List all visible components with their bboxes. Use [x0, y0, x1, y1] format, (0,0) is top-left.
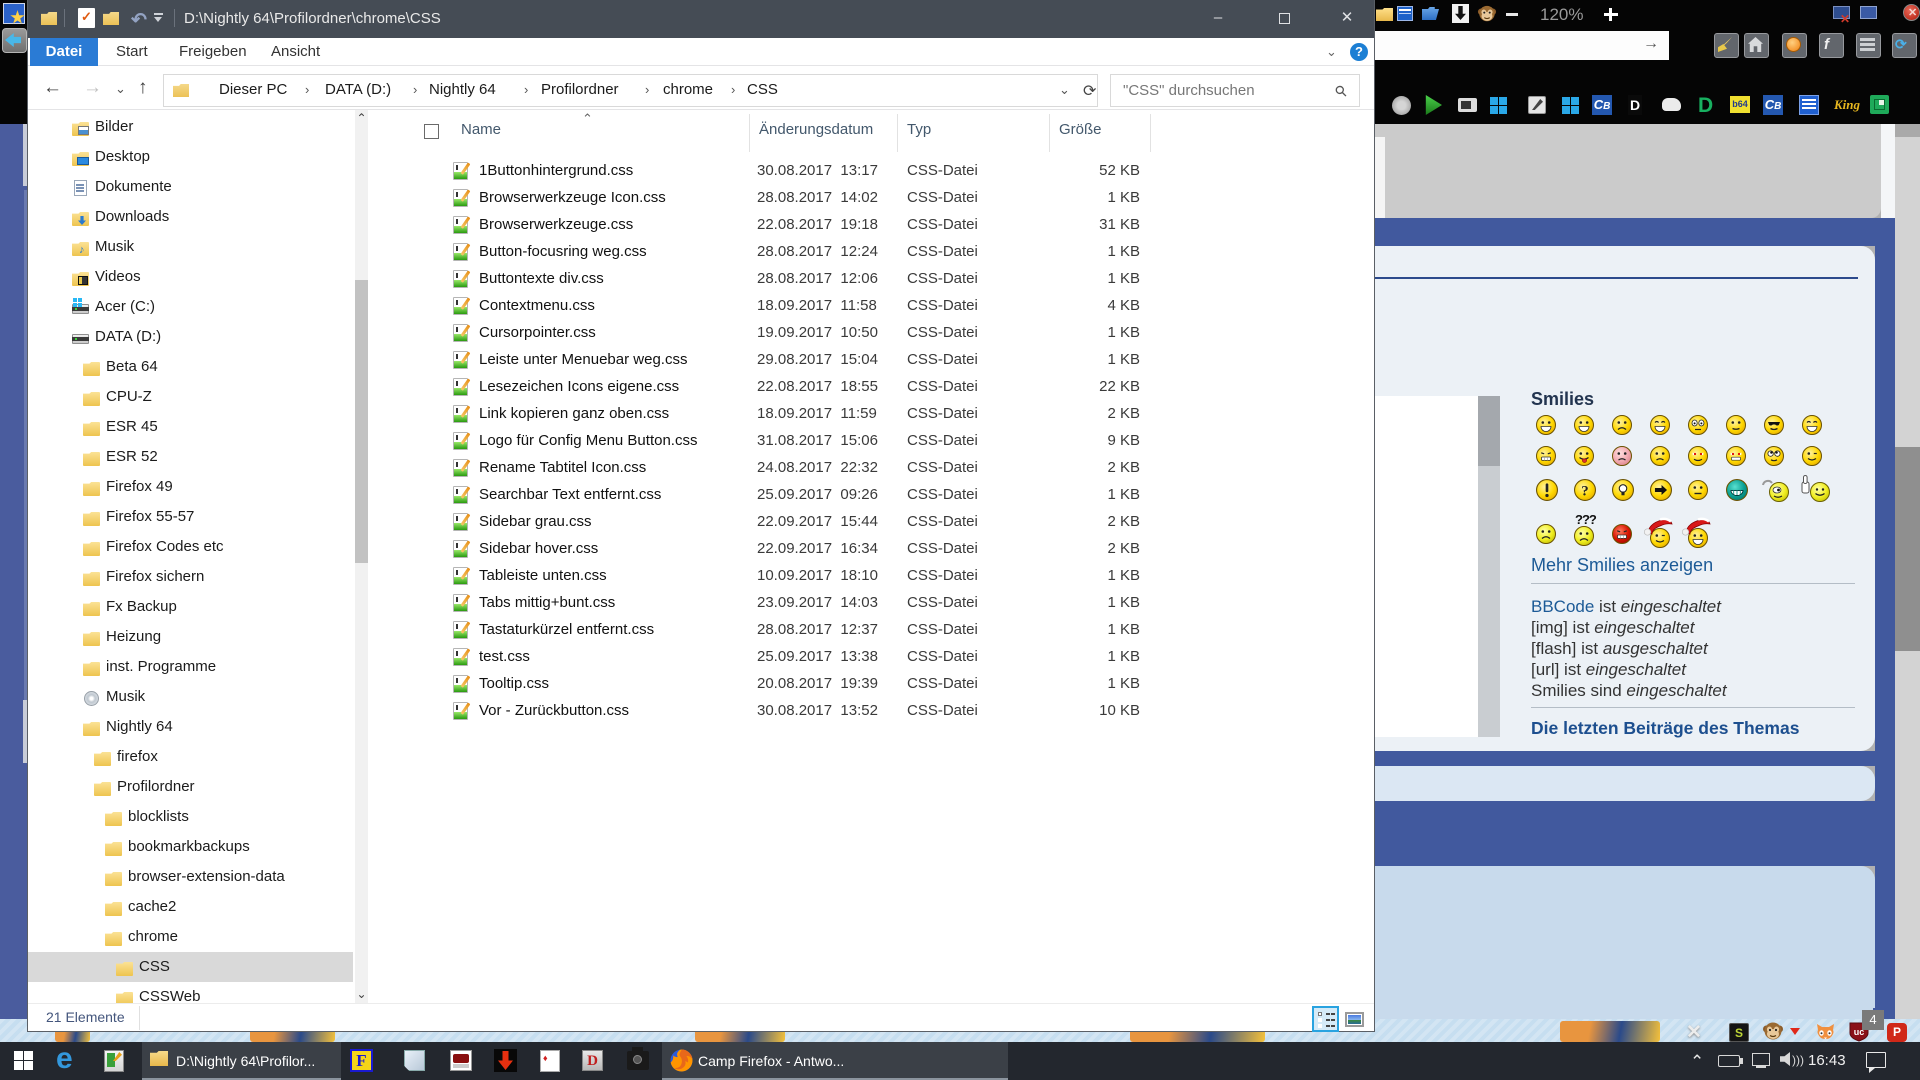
svg-text:?: ? [1581, 484, 1588, 500]
